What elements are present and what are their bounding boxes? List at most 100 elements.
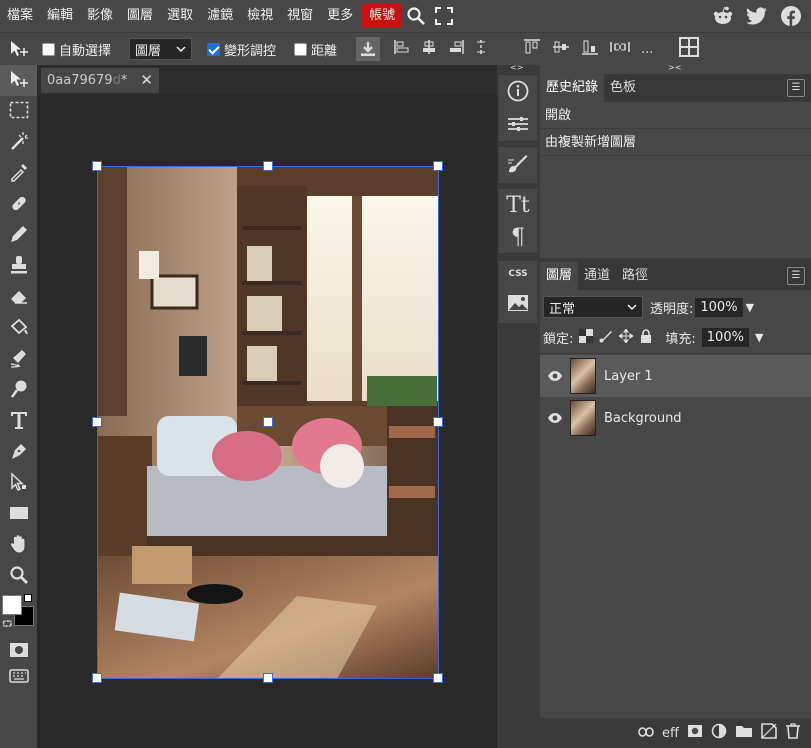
primary-color-swatch[interactable] [2,595,22,615]
layer-row[interactable]: Layer 1 [540,355,811,397]
distribute-h-icon[interactable] [475,39,487,59]
link-layers-icon[interactable] [638,726,654,741]
tab-channels[interactable]: 通道 [578,262,616,290]
adjustment-layer-icon[interactable] [711,723,727,743]
eye-icon[interactable] [540,370,570,382]
canvas-workspace[interactable]: 0aa79679 d * ✕ [37,65,497,748]
fill-dropdown-icon[interactable]: ▼ [755,331,763,344]
distance-checkbox[interactable] [294,42,308,56]
search-icon[interactable] [402,2,430,30]
layer-effects-button[interactable]: eff [662,726,679,741]
align-bottom-icon[interactable] [581,39,599,59]
tab-history[interactable]: 歷史紀錄 [540,74,605,102]
paragraph-icon[interactable]: ¶ [511,225,525,250]
new-group-icon[interactable] [735,724,753,742]
new-layer-icon[interactable] [761,723,777,743]
healing-brush-tool[interactable] [0,189,37,220]
menu-more[interactable]: 更多 [320,4,360,28]
smudge-tool[interactable] [0,344,37,375]
image-icon[interactable] [507,294,529,316]
paint-bucket-tool[interactable] [0,313,37,344]
auto-select-toggle[interactable]: 自動選擇 [42,40,111,59]
hand-tool[interactable] [0,530,37,561]
adjustments-icon[interactable] [507,115,529,137]
transform-handle-right[interactable] [433,417,443,427]
keyboard-tool[interactable] [0,667,37,689]
lock-move-icon[interactable] [618,327,635,347]
mini-swatch-icon[interactable] [24,594,32,602]
collapse-arrows-icon-right[interactable]: >< [668,63,681,72]
type-tool[interactable] [0,406,37,437]
transform-handle-top-left[interactable] [92,161,102,171]
align-left-icon[interactable] [394,39,410,59]
transform-controls-checkbox[interactable] [207,42,221,56]
close-icon[interactable]: ✕ [140,71,153,89]
eyedropper-tool[interactable] [0,158,37,189]
zoom-tool[interactable] [0,561,37,592]
layers-menu-icon[interactable]: ☰ [787,267,805,285]
align-center-h-icon[interactable] [421,39,437,59]
swap-colors-icon[interactable]: ⮔ [2,617,13,633]
distance-toggle[interactable]: 距離 [294,40,337,59]
transform-handle-center[interactable] [263,417,273,427]
transform-handle-top[interactable] [263,161,273,171]
history-item[interactable]: 開啟 [540,102,811,129]
align-middle-icon[interactable] [552,39,570,59]
opacity-input[interactable]: 100% [695,297,743,317]
brush-settings-icon[interactable] [507,152,529,178]
direct-select-tool[interactable] [0,468,37,499]
menu-view[interactable]: 檢視 [240,4,280,28]
pen-tool[interactable] [0,437,37,468]
grid-icon[interactable] [678,36,700,62]
transform-handle-bottom-right[interactable] [433,673,443,683]
history-item[interactable]: 由複製新增圖層 [540,129,811,156]
tab-layers[interactable]: 圖層 [540,262,579,290]
align-right-icon[interactable] [448,39,464,59]
lock-transparency-icon[interactable] [579,328,594,347]
history-menu-icon[interactable]: ☰ [787,79,805,97]
twitter-icon[interactable] [745,4,769,28]
menu-filter[interactable]: 濾鏡 [200,4,240,28]
menu-edit[interactable]: 編輯 [40,4,80,28]
character-icon[interactable]: Tt [506,193,530,218]
menu-layer[interactable]: 圖層 [120,4,160,28]
auto-select-checkbox[interactable] [42,42,55,56]
transform-handle-bottom[interactable] [263,673,273,683]
marquee-tool[interactable] [0,96,37,127]
menu-file[interactable]: 檔案 [0,4,40,28]
lock-all-icon[interactable] [639,328,653,347]
move-tool[interactable] [0,65,37,96]
more-options-button[interactable]: ... [641,42,653,57]
add-mask-icon[interactable] [687,724,703,742]
opacity-dropdown-icon[interactable]: ▼ [746,301,754,314]
document-tab[interactable]: 0aa79679 d * ✕ [41,68,159,93]
dodge-tool[interactable] [0,375,37,406]
fill-input[interactable]: 100% [701,328,749,347]
lock-paint-icon[interactable] [599,329,613,347]
reddit-icon[interactable] [711,4,735,28]
info-icon[interactable] [507,80,529,106]
collapse-arrows-icon[interactable]: <> [510,63,523,72]
shape-tool[interactable] [0,499,37,530]
layer-row[interactable]: Background [540,397,811,439]
transform-controls-toggle[interactable]: 變形調控 [207,40,276,59]
transform-handle-top-right[interactable] [433,161,443,171]
target-select[interactable]: 圖層 [129,38,193,60]
blend-mode-select[interactable]: 正常 [543,296,643,318]
menu-account[interactable]: 帳號 [362,4,403,28]
transform-handle-bottom-left[interactable] [92,673,102,683]
align-top-icon[interactable] [523,39,541,59]
eraser-tool[interactable] [0,282,37,313]
magic-wand-tool[interactable] [0,127,37,158]
tab-swatches[interactable]: 色板 [604,74,642,102]
distribute-v-icon[interactable] [610,39,630,59]
clone-stamp-tool[interactable] [0,251,37,282]
facebook-icon[interactable] [779,4,803,28]
css-icon[interactable]: CSS [508,269,527,279]
menu-image[interactable]: 影像 [80,4,120,28]
fullscreen-icon[interactable] [430,2,458,30]
transform-handle-left[interactable] [92,417,102,427]
menu-select[interactable]: 選取 [160,4,200,28]
eye-icon[interactable] [540,412,570,424]
delete-layer-icon[interactable] [785,723,801,743]
